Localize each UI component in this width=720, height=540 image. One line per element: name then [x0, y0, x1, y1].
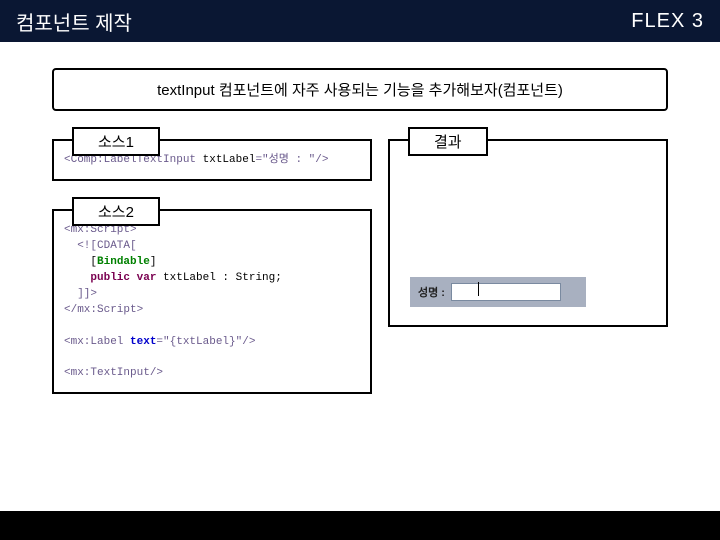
demo-text-input[interactable]: [451, 283, 561, 301]
source2-group: 소스2 <mx:Script> <![CDATA[ [Bindable] pub…: [52, 209, 372, 394]
page-title: 컴포넌트 제작: [16, 7, 132, 36]
code-text: text: [130, 336, 156, 348]
brand-label: FLEX 3: [631, 10, 704, 33]
code-text: public var: [90, 272, 156, 284]
demo-field-label: 성명 :: [418, 284, 445, 300]
code-text: </mx:Script>: [64, 304, 143, 316]
code-text: txtLabel : String;: [156, 272, 281, 284]
code-text: txtLabel: [203, 154, 256, 166]
right-column: 결과 성명 :: [388, 139, 668, 422]
code-text: <mx:TextInput/>: [64, 367, 163, 379]
left-column: 소스1 <Comp:LabelTextInput txtLabel="성명 : …: [52, 139, 372, 422]
code-text: [: [64, 256, 97, 268]
source1-label: 소스1: [72, 127, 160, 156]
code-text: Bindable: [97, 256, 150, 268]
columns: 소스1 <Comp:LabelTextInput txtLabel="성명 : …: [52, 139, 668, 422]
code-text: ]: [150, 256, 157, 268]
demo-component: 성명 :: [410, 277, 586, 307]
content-area: textInput 컴포넌트에 자주 사용되는 기능을 추가해보자(컴포넌트) …: [0, 42, 720, 422]
code-text: ="{txtLabel}"/>: [156, 336, 255, 348]
code-text: ="성명 : "/>: [255, 154, 328, 166]
result-group: 결과 성명 :: [388, 139, 668, 327]
code-text: ]]>: [64, 288, 97, 300]
code-text: <mx:Label: [64, 336, 130, 348]
source2-label: 소스2: [72, 197, 160, 226]
subtitle-box: textInput 컴포넌트에 자주 사용되는 기능을 추가해보자(컴포넌트): [52, 68, 668, 111]
code-text: [64, 272, 90, 284]
header-bar: 컴포넌트 제작 FLEX 3: [0, 0, 720, 42]
source1-group: 소스1 <Comp:LabelTextInput txtLabel="성명 : …: [52, 139, 372, 181]
footer-bar: [0, 511, 720, 540]
text-cursor: [478, 282, 479, 296]
code-text: <![CDATA[: [64, 240, 137, 252]
result-label: 결과: [408, 127, 488, 156]
source2-code: <mx:Script> <![CDATA[ [Bindable] public …: [64, 223, 360, 382]
